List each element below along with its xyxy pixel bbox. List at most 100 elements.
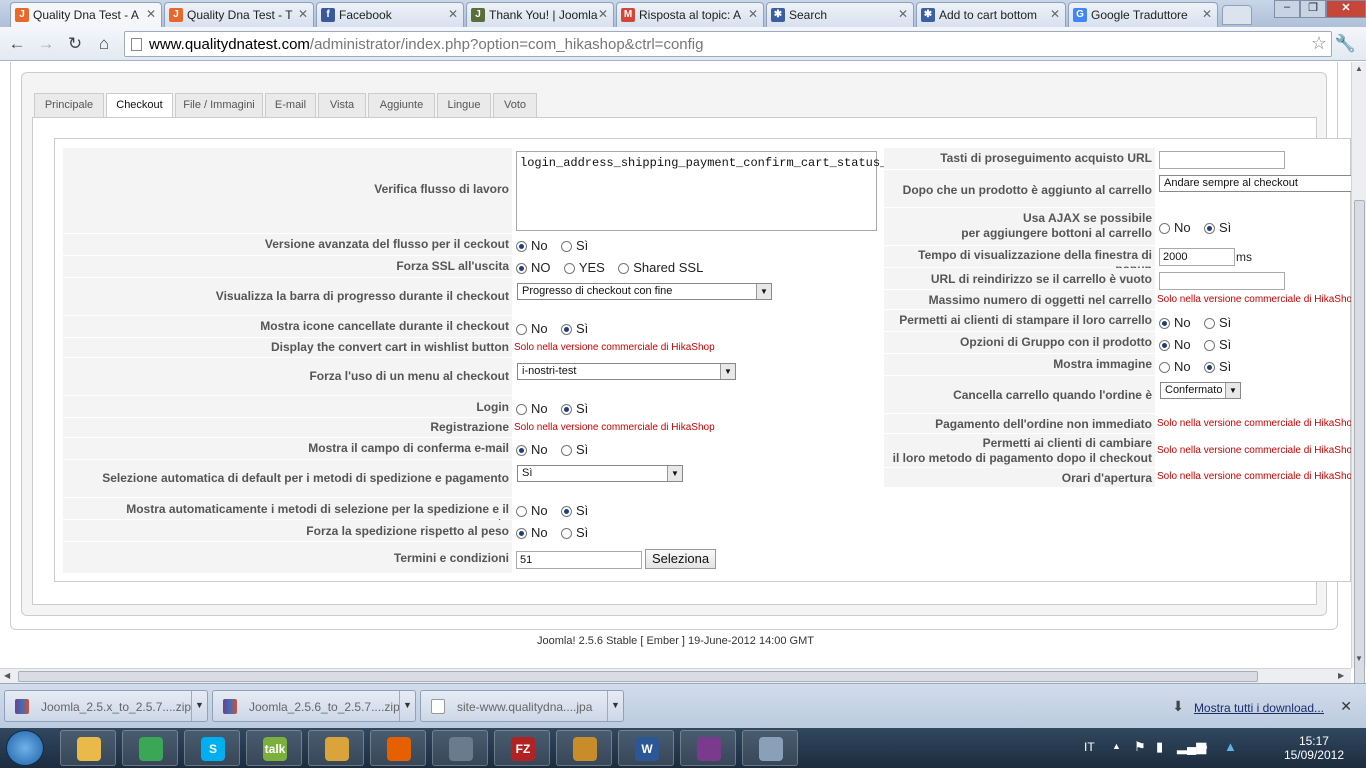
terms-input[interactable]: 51 <box>516 551 642 569</box>
confirm-email-yes-radio[interactable] <box>560 445 572 456</box>
scroll-right-icon[interactable]: ▶ <box>1338 671 1344 680</box>
login-no-radio[interactable] <box>516 404 527 415</box>
close-tab-icon[interactable]: ✕ <box>448 7 458 21</box>
taskbar-app-button[interactable]: S <box>184 730 240 766</box>
browser-tab[interactable]: f Facebook ✕ <box>316 2 464 27</box>
close-tab-icon[interactable]: ✕ <box>1050 7 1060 21</box>
tab-voto[interactable]: Voto <box>493 93 537 117</box>
bookmark-star-icon[interactable]: ☆ <box>1311 33 1327 54</box>
taskbar-app-button[interactable]: FZ <box>494 730 550 766</box>
taskbar-app-button[interactable] <box>742 730 798 766</box>
browser-tab[interactable]: J Thank You! | Joomla ✕ <box>466 2 614 27</box>
drive-icon[interactable]: ▲ <box>1224 739 1237 754</box>
close-tab-icon[interactable]: ✕ <box>598 7 608 21</box>
ssl-shared-radio[interactable] <box>618 263 630 274</box>
advanced-flow-no-radio[interactable] <box>516 241 527 252</box>
battery-icon[interactable]: ▮ <box>1156 739 1163 755</box>
close-window-icon[interactable]: ✕ <box>1326 0 1366 18</box>
workflow-textarea[interactable]: login_address_shipping_payment_confirm_c… <box>516 151 959 231</box>
horizontal-scrollbar[interactable]: ◀ ▶ <box>0 668 1351 683</box>
print-cart-no-radio[interactable] <box>1159 318 1170 329</box>
browser-tab[interactable]: ✱ Search ✕ <box>766 2 914 27</box>
close-icon[interactable]: ✕ <box>1340 698 1352 715</box>
taskbar-app-button[interactable] <box>432 730 488 766</box>
tab-file-immagini[interactable]: File / Immagini <box>175 93 263 117</box>
taskbar-app-button[interactable] <box>370 730 426 766</box>
chevron-down-icon[interactable]: ▼ <box>399 691 415 721</box>
advanced-flow-yes-radio[interactable] <box>560 241 572 252</box>
taskbar-app-button[interactable] <box>308 730 364 766</box>
chevron-down-icon[interactable]: ▼ <box>607 691 623 721</box>
tab-lingue[interactable]: Lingue <box>437 93 491 117</box>
auto-select-select[interactable]: Sì ▼ <box>517 465 683 482</box>
ssl-yes-radio[interactable] <box>563 263 575 274</box>
print-cart-yes-radio[interactable] <box>1203 318 1215 329</box>
show-image-yes-radio[interactable] <box>1203 362 1215 373</box>
maximize-icon[interactable]: ❐ <box>1300 0 1326 18</box>
tab-vista[interactable]: Vista <box>318 93 366 117</box>
tab-principale[interactable]: Principale <box>34 93 104 117</box>
reload-icon[interactable]: ↻ <box>64 34 86 54</box>
download-item[interactable]: site-www.qualitydna....jpa ▼ <box>420 690 624 722</box>
scroll-left-icon[interactable]: ◀ <box>4 671 10 680</box>
show-hidden-icons-icon[interactable]: ▲ <box>1112 741 1121 751</box>
browser-tab[interactable]: M Risposta al topic: A ✕ <box>616 2 764 27</box>
address-bar[interactable]: www.qualitydnatest.com/administrator/ind… <box>124 31 1332 57</box>
vertical-scroll-thumb[interactable] <box>1354 200 1365 692</box>
login-yes-radio[interactable] <box>560 404 572 415</box>
language-indicator[interactable]: IT <box>1084 740 1095 754</box>
close-tab-icon[interactable]: ✕ <box>146 7 156 21</box>
start-button[interactable] <box>6 730 44 766</box>
group-options-yes-radio[interactable] <box>1203 340 1215 351</box>
force-shipping-no-radio[interactable] <box>516 528 527 539</box>
show-all-downloads-link[interactable]: Mostra tutti i download... <box>1194 701 1324 715</box>
download-item[interactable]: Joomla_2.5.x_to_2.5.7....zip ▼ <box>4 690 208 722</box>
progress-bar-select[interactable]: Progresso di checkout con fine ▼ <box>517 283 772 300</box>
scroll-up-icon[interactable]: ▲ <box>1355 64 1363 73</box>
volume-icon[interactable]: ♪ <box>1202 739 1209 754</box>
back-icon[interactable]: ← <box>6 34 28 54</box>
vertical-scrollbar[interactable]: ▲ ▼ <box>1351 62 1366 692</box>
new-tab-button[interactable] <box>1222 5 1252 25</box>
confirm-email-no-radio[interactable] <box>516 445 527 456</box>
close-tab-icon[interactable]: ✕ <box>748 7 758 21</box>
tab-email[interactable]: E-mail <box>265 93 316 117</box>
tab-aggiunte[interactable]: Aggiunte <box>368 93 435 117</box>
taskbar-app-button[interactable] <box>122 730 178 766</box>
minimize-icon[interactable]: – <box>1274 0 1300 18</box>
chevron-down-icon[interactable]: ▼ <box>191 691 207 721</box>
browser-tab[interactable]: G Google Traduttore ✕ <box>1068 2 1218 27</box>
horizontal-scroll-thumb[interactable] <box>18 671 1258 682</box>
taskbar-app-button[interactable] <box>60 730 116 766</box>
browser-tab[interactable]: ✱ Add to cart bottom ✕ <box>916 2 1066 27</box>
flag-icon[interactable]: ⚑ <box>1134 739 1146 755</box>
forward-icon[interactable]: → <box>35 34 57 54</box>
popup-time-input[interactable]: 2000 <box>1159 248 1235 266</box>
after-add-select[interactable]: Andare sempre al checkout <box>1159 175 1351 192</box>
deleted-icons-no-radio[interactable] <box>516 324 527 335</box>
close-tab-icon[interactable]: ✕ <box>898 7 908 21</box>
close-tab-icon[interactable]: ✕ <box>298 7 308 21</box>
close-tab-icon[interactable]: ✕ <box>1202 7 1212 21</box>
tab-checkout[interactable]: Checkout <box>106 93 173 118</box>
taskbar-app-button[interactable] <box>556 730 612 766</box>
ssl-no-radio[interactable] <box>516 263 527 274</box>
wrench-icon[interactable]: 🔧 <box>1335 34 1356 54</box>
empty-cart-url-input[interactable] <box>1159 272 1285 290</box>
browser-tab[interactable]: J Quality Dna Test - T ✕ <box>164 2 314 27</box>
force-shipping-yes-radio[interactable] <box>560 528 572 539</box>
download-item[interactable]: Joomla_2.5.6_to_2.5.7....zip ▼ <box>212 690 416 722</box>
ajax-no-radio[interactable] <box>1159 223 1170 234</box>
deleted-icons-yes-radio[interactable] <box>560 324 572 335</box>
auto-show-no-radio[interactable] <box>516 506 527 517</box>
select-terms-button[interactable]: Seleziona <box>645 549 716 569</box>
scroll-down-icon[interactable]: ▼ <box>1355 654 1363 663</box>
clear-cart-select[interactable]: Confermato ▼ <box>1160 382 1241 399</box>
browser-tab[interactable]: J Quality Dna Test - A ✕ <box>10 2 162 27</box>
taskbar-app-button[interactable]: talk <box>246 730 302 766</box>
ajax-yes-radio[interactable] <box>1203 223 1215 234</box>
continue-url-input[interactable] <box>1159 151 1285 169</box>
home-icon[interactable]: ⌂ <box>93 34 115 54</box>
auto-show-yes-radio[interactable] <box>560 506 572 517</box>
taskbar-app-button[interactable]: W <box>618 730 674 766</box>
